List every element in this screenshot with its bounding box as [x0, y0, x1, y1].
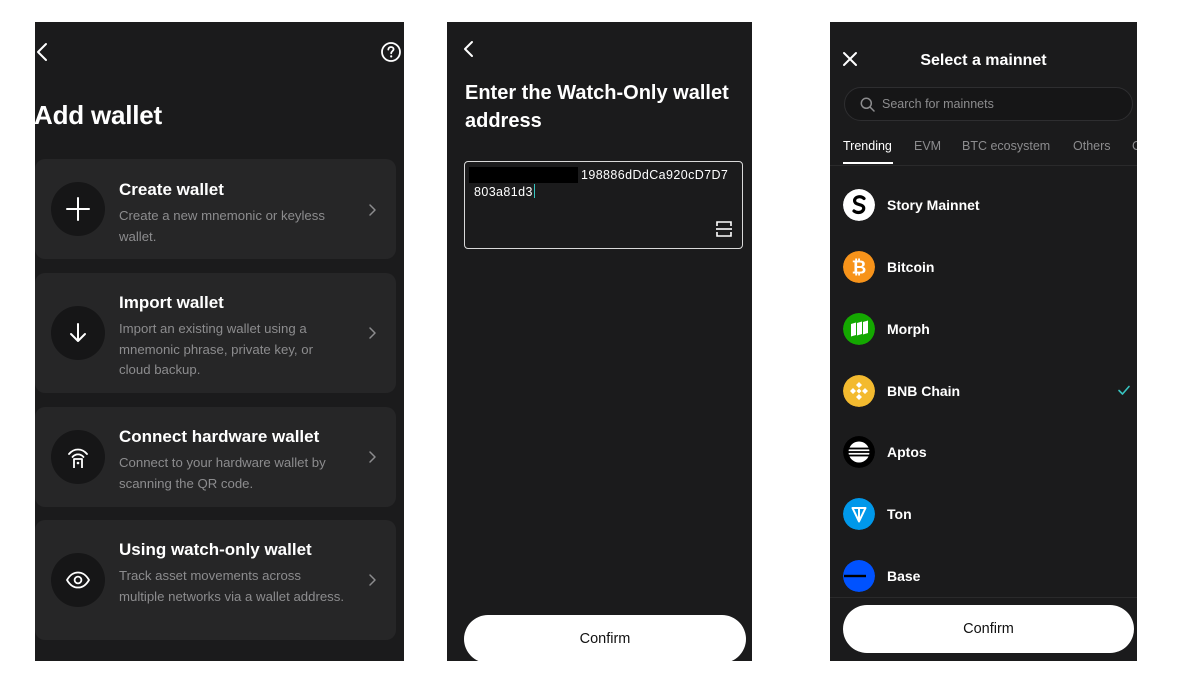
- base-logo-icon: [843, 560, 875, 592]
- tab-btc-ecosystem[interactable]: BTC ecosystem: [962, 139, 1050, 153]
- aptos-logo-icon: [843, 436, 875, 468]
- option-description: Connect to your hardware wallet by scann…: [119, 455, 326, 491]
- option-icon: [51, 430, 105, 484]
- hardware-wallet-icon: [68, 448, 88, 468]
- morph-logo-icon: [843, 313, 875, 345]
- redacted-address-block: [469, 167, 578, 183]
- chevron-right-icon: [369, 451, 376, 463]
- network-name: Ton: [887, 506, 912, 522]
- tab-others[interactable]: Others: [1073, 139, 1111, 153]
- page-title: Select a mainnet: [920, 52, 1047, 69]
- wallet-address-input[interactable]: 198886dDdCa920cD7D7 803a81d3: [464, 161, 743, 249]
- option-icon: [51, 553, 105, 607]
- watch-only-address-screen: Enter the Watch-Only wallet address 1988…: [447, 22, 752, 661]
- download-arrow-icon: [70, 323, 86, 342]
- create-wallet-option[interactable]: Create wallet Create a new mnemonic or k…: [35, 159, 396, 259]
- tab-trending[interactable]: Trending: [843, 139, 892, 153]
- option-title: Import wallet: [119, 293, 224, 312]
- scan-icon[interactable]: [715, 220, 733, 238]
- network-name: Morph: [887, 321, 930, 337]
- bitcoin-logo-icon: ₿: [843, 251, 875, 283]
- bnb-logo-icon: [843, 375, 875, 407]
- network-item-morph[interactable]: Morph: [830, 309, 1137, 349]
- search-icon: [860, 97, 875, 112]
- option-icon: [51, 306, 105, 360]
- tab-evm[interactable]: EVM: [914, 139, 941, 153]
- network-item-ton[interactable]: Ton: [830, 494, 1137, 534]
- address-text-line-1: 198886dDdCa920cD7D7: [581, 168, 729, 182]
- network-item-story-mainnet[interactable]: Story Mainnet: [830, 185, 1137, 225]
- option-icon: [51, 182, 105, 236]
- confirm-button[interactable]: Confirm: [464, 615, 746, 661]
- page-title: Add wallet: [35, 100, 163, 130]
- chevron-right-icon: [369, 574, 376, 586]
- connect-hardware-wallet-option[interactable]: Connect hardware wallet Connect to your …: [35, 407, 396, 507]
- import-wallet-option[interactable]: Import wallet Import an existing wallet …: [35, 273, 396, 393]
- option-title: Create wallet: [119, 180, 224, 199]
- story-logo-icon: [843, 189, 875, 221]
- network-item-bitcoin[interactable]: ₿ Bitcoin: [830, 247, 1137, 287]
- chevron-right-icon: [369, 327, 376, 339]
- select-mainnet-screen: Select a mainnet Search for mainnets Tre…: [830, 22, 1137, 661]
- svg-text:₿: ₿: [852, 258, 867, 279]
- active-tab-indicator: [843, 162, 893, 164]
- watch-only-wallet-option[interactable]: Using watch-only wallet Track asset move…: [35, 520, 396, 640]
- search-placeholder: Search for mainnets: [882, 97, 994, 111]
- confirm-button[interactable]: Confirm: [843, 605, 1134, 653]
- option-title: Using watch-only wallet: [119, 540, 312, 559]
- network-name: Bitcoin: [887, 259, 935, 275]
- network-item-base[interactable]: Base: [830, 556, 1137, 596]
- network-name: Story Mainnet: [887, 197, 980, 213]
- back-arrow-icon[interactable]: [459, 39, 479, 59]
- back-arrow-icon[interactable]: [35, 40, 55, 64]
- address-text-line-2: 803a81d3: [474, 184, 536, 199]
- close-icon[interactable]: [842, 51, 858, 67]
- ton-logo-icon: [843, 498, 875, 530]
- option-title: Connect hardware wallet: [119, 427, 320, 446]
- page-title: Enter the Watch-Only wallet address: [465, 82, 729, 132]
- text-caret: [533, 184, 536, 198]
- check-icon: [1118, 385, 1130, 395]
- network-item-aptos[interactable]: Aptos: [830, 432, 1137, 472]
- plus-icon: [66, 197, 90, 221]
- network-name: Base: [887, 568, 921, 584]
- network-name: BNB Chain: [887, 383, 961, 399]
- network-name: Aptos: [887, 444, 927, 460]
- chevron-right-icon: [369, 204, 376, 216]
- help-circle-icon[interactable]: [380, 41, 402, 63]
- option-description: Create a new mnemonic or keyless wallet.: [119, 208, 325, 244]
- option-description: Import an existing wallet using a mnemon…: [119, 321, 313, 377]
- add-wallet-screen: Add wallet Create wallet Create a new mn…: [35, 22, 404, 661]
- network-item-bnb-chain[interactable]: BNB Chain: [830, 371, 1137, 411]
- tab-more[interactable]: C: [1132, 139, 1137, 153]
- tab-divider: [830, 165, 1137, 166]
- option-description: Track asset movements across multiple ne…: [119, 568, 345, 604]
- search-mainnets-input[interactable]: Search for mainnets: [844, 87, 1133, 121]
- eye-icon: [66, 571, 90, 589]
